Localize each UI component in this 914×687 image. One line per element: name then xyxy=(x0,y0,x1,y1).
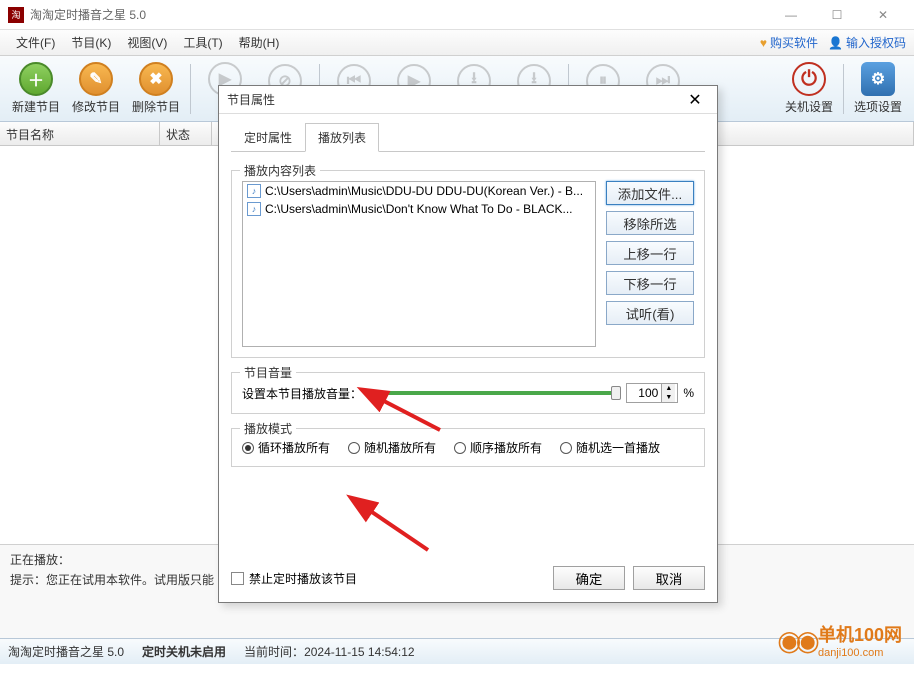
cancel-button[interactable]: 取消 xyxy=(633,566,705,590)
delete-program-button[interactable]: ✖ 删除节目 xyxy=(128,60,184,118)
volume-input[interactable] xyxy=(627,386,661,400)
enter-code-link[interactable]: 👤输入授权码 xyxy=(828,34,906,51)
edit-program-button[interactable]: ✎ 修改节目 xyxy=(68,60,124,118)
menu-bar: 文件(F) 节目(K) 视图(V) 工具(T) 帮助(H) ♥购买软件 👤输入授… xyxy=(0,30,914,56)
mode-shuffle-radio[interactable]: 随机播放所有 xyxy=(348,439,436,456)
remove-selected-button[interactable]: 移除所选 xyxy=(606,211,694,235)
slider-thumb-icon[interactable] xyxy=(611,386,621,400)
volume-spinner[interactable]: ▲ ▼ xyxy=(626,383,678,403)
mode-order-radio[interactable]: 顺序播放所有 xyxy=(454,439,542,456)
file-row[interactable]: ♪ C:\Users\admin\Music\Don't Know What T… xyxy=(243,200,595,218)
col-program-name[interactable]: 节目名称 xyxy=(0,122,160,145)
menu-help[interactable]: 帮助(H) xyxy=(231,31,288,54)
tab-timer[interactable]: 定时属性 xyxy=(231,123,305,152)
maximize-button[interactable]: ☐ xyxy=(814,0,860,30)
title-bar: 淘 淘淘定时播音之星 5.0 — ☐ ✕ xyxy=(0,0,914,30)
mode-one-random-radio[interactable]: 随机选一首播放 xyxy=(560,439,660,456)
preview-button[interactable]: 试听(看) xyxy=(606,301,694,325)
plus-icon: ＋ xyxy=(19,62,53,96)
add-file-button[interactable]: 添加文件... xyxy=(606,181,694,205)
pencil-icon: ✎ xyxy=(79,62,113,96)
file-row[interactable]: ♪ C:\Users\admin\Music\DDU-DU DDU-DU(Kor… xyxy=(243,182,595,200)
menu-view[interactable]: 视图(V) xyxy=(119,31,175,54)
status-time: 当前时间：2024-11-15 14:54:12 xyxy=(244,643,415,660)
audio-file-icon: ♪ xyxy=(247,202,261,216)
group-play-mode: 播放模式 循环播放所有 随机播放所有 顺序播放所有 随机选一首播放 xyxy=(231,428,705,467)
status-app: 淘淘定时播音之星 5.0 xyxy=(8,643,124,660)
app-icon: 淘 xyxy=(8,7,24,23)
minimize-button[interactable]: — xyxy=(768,0,814,30)
ok-button[interactable]: 确定 xyxy=(553,566,625,590)
tab-playlist[interactable]: 播放列表 xyxy=(305,123,379,152)
heart-icon: ♥ xyxy=(760,36,767,50)
status-bar: 淘淘定时播音之星 5.0 定时关机未启用 当前时间：2024-11-15 14:… xyxy=(0,638,914,664)
menu-file[interactable]: 文件(F) xyxy=(8,31,63,54)
group-mode-legend: 播放模式 xyxy=(240,420,296,437)
group-playlist-legend: 播放内容列表 xyxy=(240,162,320,179)
program-properties-dialog: 节目属性 ✕ 定时属性 播放列表 播放内容列表 ♪ C:\Users\admin… xyxy=(218,85,718,603)
options-button[interactable]: ⚙ 选项设置 xyxy=(850,60,906,118)
dialog-close-button[interactable]: ✕ xyxy=(681,86,709,114)
dialog-titlebar: 节目属性 ✕ xyxy=(219,86,717,114)
spin-down-button[interactable]: ▼ xyxy=(662,393,675,402)
close-button[interactable]: ✕ xyxy=(860,0,906,30)
volume-slider[interactable] xyxy=(378,384,616,402)
group-volume: 节目音量 设置本节目播放音量： ▲ ▼ % xyxy=(231,372,705,414)
group-playlist: 播放内容列表 ♪ C:\Users\admin\Music\DDU-DU DDU… xyxy=(231,170,705,358)
shutdown-settings-button[interactable]: ⏻ 关机设置 xyxy=(781,60,837,118)
dialog-footer: 禁止定时播放该节目 确定 取消 xyxy=(231,554,705,590)
dialog-tabs: 定时属性 播放列表 xyxy=(231,122,705,152)
buy-link[interactable]: ♥购买软件 xyxy=(760,34,818,51)
mode-loop-radio[interactable]: 循环播放所有 xyxy=(242,439,330,456)
file-list[interactable]: ♪ C:\Users\admin\Music\DDU-DU DDU-DU(Kor… xyxy=(242,181,596,347)
menu-tools[interactable]: 工具(T) xyxy=(175,31,230,54)
new-program-button[interactable]: ＋ 新建节目 xyxy=(8,60,64,118)
volume-label: 设置本节目播放音量： xyxy=(242,385,362,402)
status-shutdown: 定时关机未启用 xyxy=(142,643,226,660)
move-down-button[interactable]: 下移一行 xyxy=(606,271,694,295)
move-up-button[interactable]: 上移一行 xyxy=(606,241,694,265)
window-title: 淘淘定时播音之星 5.0 xyxy=(30,6,768,23)
user-icon: 👤 xyxy=(828,36,843,50)
disable-timer-checkbox[interactable]: 禁止定时播放该节目 xyxy=(231,570,357,587)
group-volume-legend: 节目音量 xyxy=(240,364,296,381)
audio-file-icon: ♪ xyxy=(247,184,261,198)
trash-icon: ✖ xyxy=(139,62,173,96)
spin-up-button[interactable]: ▲ xyxy=(662,384,675,393)
col-status[interactable]: 状态 xyxy=(160,122,212,145)
dialog-title: 节目属性 xyxy=(227,91,681,108)
percent-label: % xyxy=(683,386,694,400)
power-icon: ⏻ xyxy=(792,62,826,96)
menu-program[interactable]: 节目(K) xyxy=(63,31,119,54)
gear-icon: ⚙ xyxy=(861,62,895,96)
